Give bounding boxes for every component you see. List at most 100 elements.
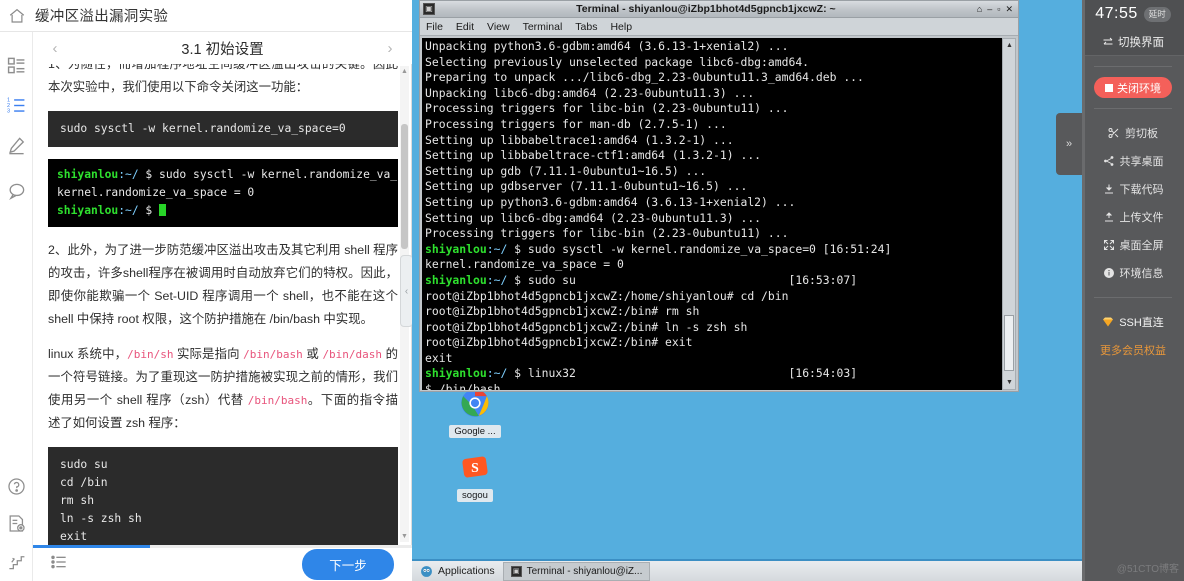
applications-menu[interactable]: Applications [412,565,503,578]
shade-button[interactable]: ⌂ [977,4,982,15]
taskbar-window-button[interactable]: ▣ Terminal - shiyanlou@iZ... [502,561,651,581]
terminal-app-icon: ▣ [423,3,435,15]
terminal-line: root@iZbp1bhot4d5gpncb1jxcwZ:/home/shiya… [425,289,999,305]
terminal-line-timestamp: [16:53:07] [575,272,858,287]
terminal-line-text: root@iZbp1bhot4d5gpncb1jxcwZ:/bin# rm sh [425,304,700,319]
terminal-line: $ /bin/bash [425,382,999,390]
terminal-sample-1-user2: shiyanlou [57,204,119,217]
terminal-line: Setting up gdbserver (7.11.1-0ubuntu1~16… [425,179,999,195]
sidebar-item-label: 下载代码 [1119,184,1164,196]
next-chapter-button[interactable]: › [382,40,398,57]
menu-tabs[interactable]: Tabs [575,21,597,33]
sidebar-item-download-code[interactable]: 下载代码 [1082,175,1184,203]
maximize-button[interactable]: ▫ [997,4,1000,15]
document-content[interactable]: 1、为随性，而增加程序地址空间缓冲区溢出攻击的关键。因此本次实验中，我们使用以下… [33,64,412,545]
terminal-scroll-up[interactable]: ▲ [1005,41,1014,50]
countdown-timer: 47:55 延时 [1082,0,1184,28]
sidebar-item-label: 桌面全屏 [1119,240,1164,252]
terminal-line: Preparing to unpack .../libc6-dbg_2.23-0… [425,70,999,86]
scroll-up-arrow[interactable]: ▲ [401,68,408,75]
desktop-icon-sogou[interactable]: S sogou [430,452,520,503]
sidebar-item-env-info[interactable]: 环境信息 [1082,259,1184,287]
menu-help[interactable]: Help [610,21,632,33]
home-icon[interactable] [8,7,26,25]
prev-chapter-button[interactable]: ‹ [47,40,63,57]
sidebar-collapse-handle[interactable]: » [1056,113,1082,175]
sidebar-divider-2 [1094,108,1172,109]
close-environment-button[interactable]: 关闭环境 [1094,77,1172,98]
switch-interface-button[interactable]: 切换界面 [1082,28,1184,56]
terminal-line: Setting up python3.6-gdbm:amd64 (3.6.13-… [425,195,999,211]
terminal-line: Setting up libc6-dbg:amd64 (2.23-0ubuntu… [425,211,999,227]
layout-list-icon[interactable] [7,56,26,75]
terminal-window[interactable]: ▣ Terminal - shiyanlou@iZbp1bhot4d5gpncb… [419,0,1019,392]
code-block-sysctl: sudo sysctl -w kernel.randomize_va_space… [48,111,398,147]
document-footer: 下一步 [33,548,412,581]
terminal-sample-1-host2: :~/ [118,204,139,217]
terminal-line-text: Processing triggers for man-db (2.7.5-1)… [425,116,727,131]
vip-diamond-icon [1103,317,1114,327]
terminal-line-text: Processing triggers for libc-bin (2.23-0… [425,101,789,116]
terminal-line-text: root@iZbp1bhot4d5gpncb1jxcwZ:/home/shiya… [425,288,789,303]
sidebar-item-upload-file[interactable]: 上传文件 [1082,203,1184,231]
paragraph-2: 2、此外，为了进一步防范缓冲区溢出攻击及其它利用 shell 程序的攻击，许多s… [48,243,398,326]
terminal-line-text: root@iZbp1bhot4d5gpncb1jxcwZ:/bin# ln -s… [425,319,748,334]
terminal-line: root@iZbp1bhot4d5gpncb1jxcwZ:/bin# ln -s… [425,320,999,336]
sidebar-item-fullscreen[interactable]: 桌面全屏 [1082,231,1184,259]
sidebar-edge [1082,0,1085,581]
terminal-sample-1-out: kernel.randomize_va_space = 0 [57,186,255,199]
more-member-benefits-link[interactable]: 更多会员权益 [1082,342,1184,358]
ordered-list-icon[interactable]: 1 2 3 [7,96,26,115]
close-button[interactable]: ✕ [1005,4,1013,15]
menu-terminal[interactable]: Terminal [523,21,563,33]
sidebar-item-ssh[interactable]: SSH直连 [1082,308,1184,336]
p3-b: 实际是指向 [173,347,244,361]
remote-desktop[interactable]: Google ... S sogou ▣ Terminal - shiyanlo… [412,0,1082,581]
desktop-icon-google-chrome[interactable]: Google ... [430,388,520,439]
sidebar-item-share-desktop[interactable]: 共享桌面 [1082,147,1184,175]
chrome-icon [461,389,489,417]
terminal-line-timestamp: [16:54:03] [575,366,858,381]
terminal-line: exit [425,351,999,367]
terminal-scrollbar-thumb[interactable] [1004,315,1014,371]
scrollbar-thumb[interactable] [401,124,408,249]
terminal-sample-1-cmd: $ sudo sysctl -w kernel.randomize_va_spa… [145,168,398,181]
next-step-button[interactable]: 下一步 [302,549,394,580]
terminal-line: Processing triggers for libc-bin (2.23-0… [425,226,999,242]
terminal-menubar: File Edit View Terminal Tabs Help [420,18,1018,36]
terminal-line-user: shiyanlou [425,272,487,287]
comment-icon[interactable] [7,182,26,201]
document-panel: 缓冲区溢出漏洞实验 1 2 3 ‹ 3.1 初始设置 › 1、为随性，而增加程序… [0,0,413,581]
p3-code-1: /bin/sh [127,348,174,361]
help-circle-icon[interactable] [7,477,26,496]
minimize-button[interactable]: – [987,4,992,15]
steps-icon[interactable] [7,552,26,571]
menu-edit[interactable]: Edit [456,21,474,33]
extend-time-badge[interactable]: 延时 [1143,6,1171,22]
terminal-scrollbar[interactable]: ▲ ▼ [1002,38,1016,390]
sidebar-item-clipboard[interactable]: 剪切板 [1082,119,1184,147]
terminal-line-text: $ linux32 [507,366,576,381]
menu-file[interactable]: File [426,21,443,33]
terminal-line-text: root@iZbp1bhot4d5gpncb1jxcwZ:/bin# exit [425,335,693,350]
bullet-list-icon[interactable] [50,554,68,575]
sogou-icon: S [462,456,488,478]
terminal-line: shiyanlou:~/ $ sudo sysctl -w kernel.ran… [425,242,999,258]
pencil-icon[interactable] [7,136,26,155]
chapter-nav: ‹ 3.1 初始设置 › [33,32,412,64]
terminal-titlebar[interactable]: ▣ Terminal - shiyanlou@iZbp1bhot4d5gpncb… [420,1,1018,18]
terminal-line-text: Processing triggers for libc-bin (2.23-0… [425,226,789,241]
terminal-output[interactable]: Unpacking python3.6-gdbm:amd64 (3.6.13-1… [422,38,1002,390]
terminal-line-text: $ /bin/bash [425,382,501,390]
terminal-line: shiyanlou:~/ $ sudo su [16:53:07] [425,273,999,289]
swap-icon [1103,37,1113,44]
terminal-scroll-down[interactable]: ▼ [1005,378,1014,387]
report-icon[interactable] [7,514,26,533]
menu-view[interactable]: View [487,21,510,33]
stop-square-icon [1105,83,1113,92]
terminal-line: Selecting previously unselected package … [425,55,999,71]
scroll-down-arrow[interactable]: ▼ [401,533,408,540]
app-root: 缓冲区溢出漏洞实验 1 2 3 ‹ 3.1 初始设置 › 1、为随性，而增加程序… [0,0,1184,581]
timer-value: 47:55 [1095,5,1138,22]
terminal-sample-1: shiyanlou:~/ $ sudo sysctl -w kernel.ran… [48,159,398,227]
